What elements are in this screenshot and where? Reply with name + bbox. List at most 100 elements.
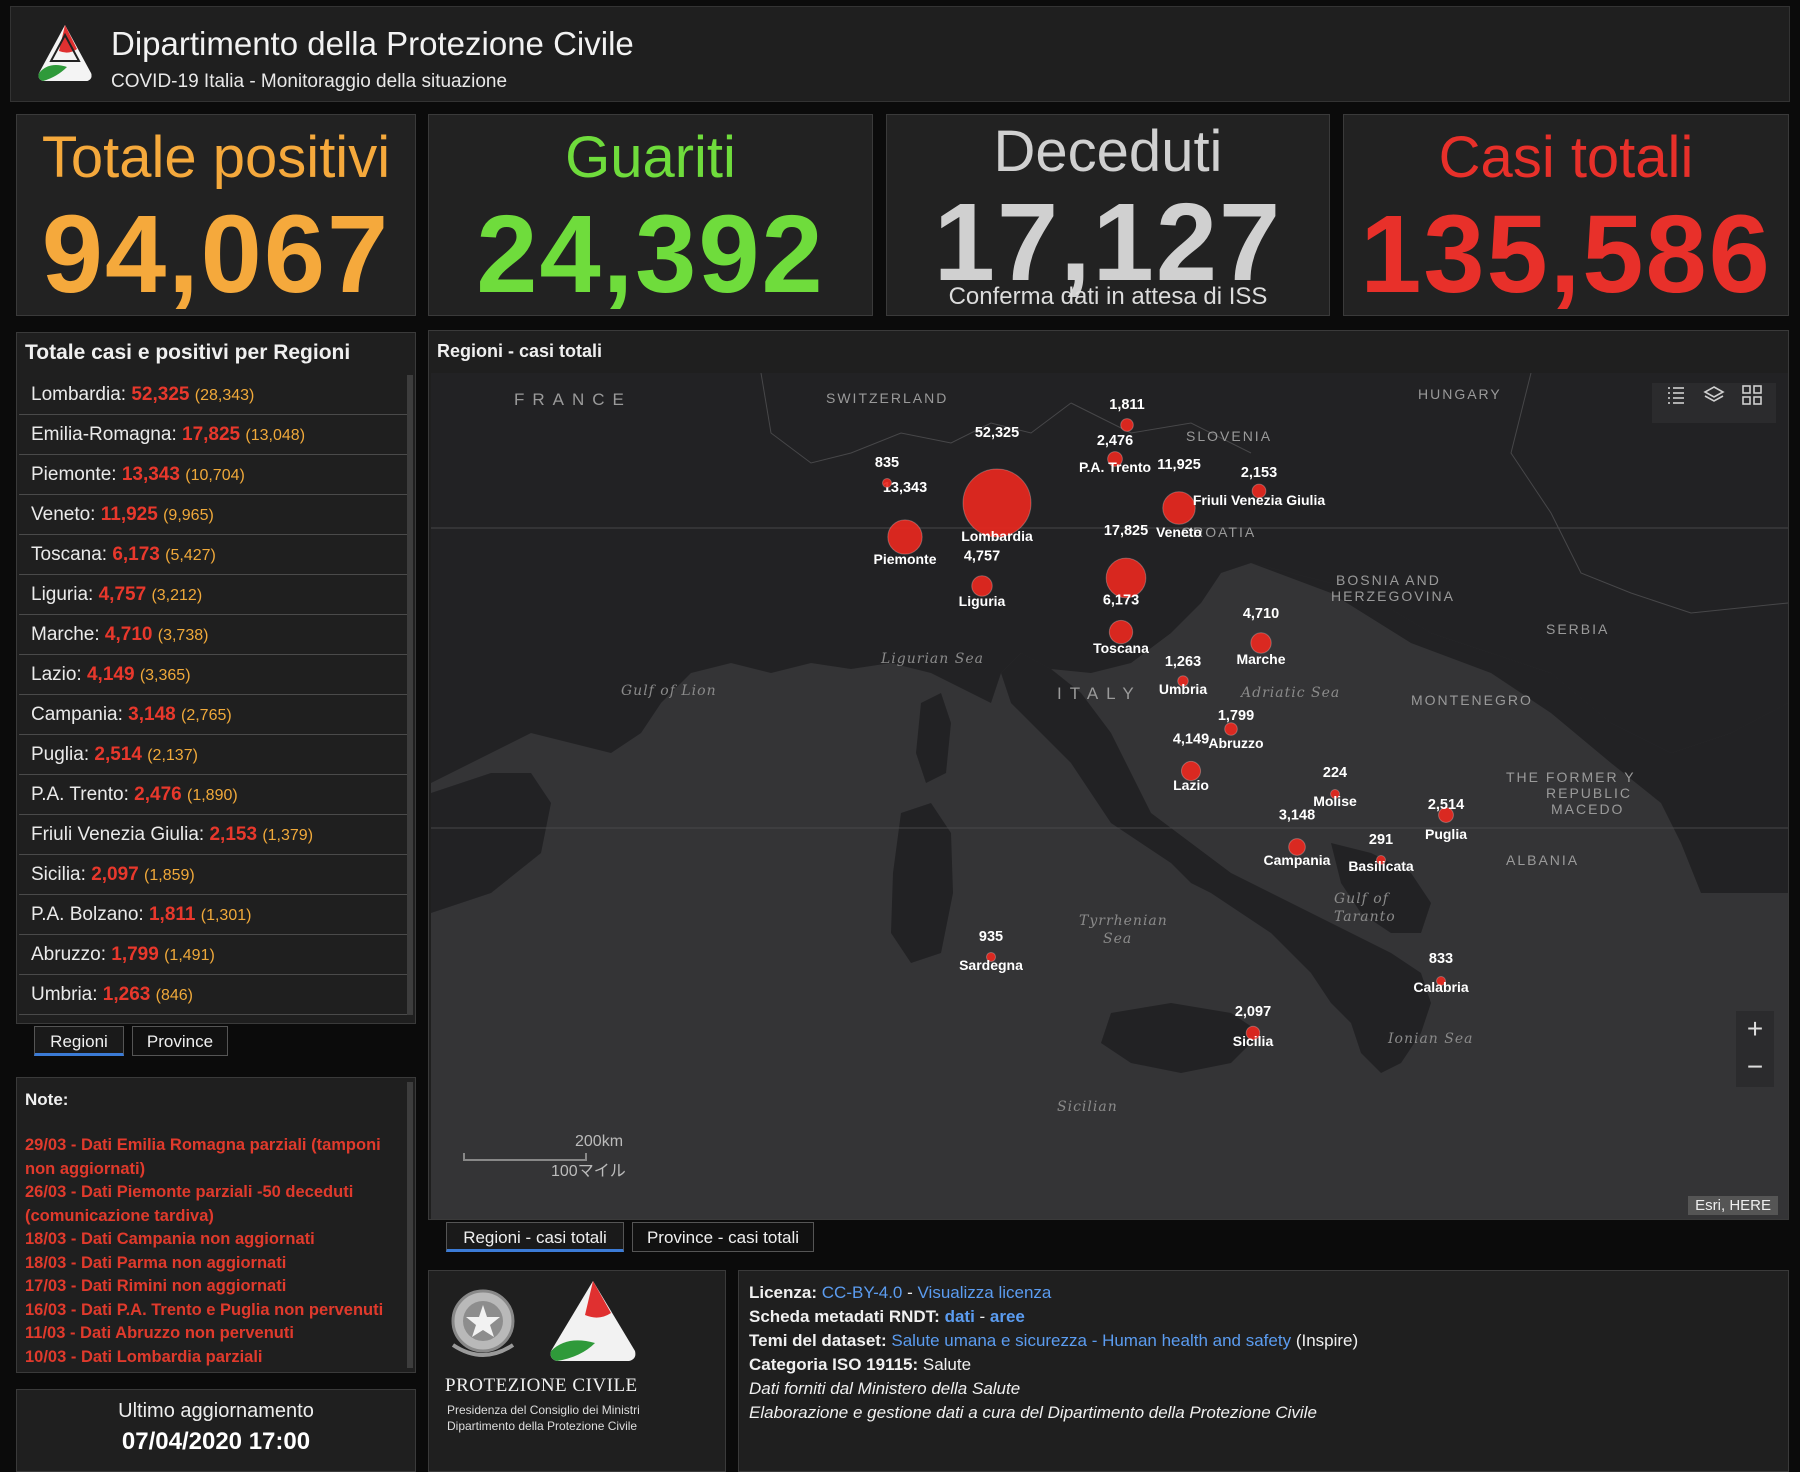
licenza-link[interactable]: CC-BY-4.0 (822, 1283, 903, 1302)
notes-list: 29/03 - Dati Emilia Romagna parziali (ta… (25, 1134, 400, 1369)
case-point-value: 2,514 (1428, 797, 1464, 813)
footer-logo-title: PROTEZIONE CIVILE (445, 1375, 638, 1396)
region-total: 2,514 (94, 744, 142, 765)
region-positive-value: 10,704 (190, 467, 240, 484)
tab-province-casi-totali[interactable]: Province - casi totali (632, 1222, 814, 1252)
region-name: Lazio: (31, 664, 82, 685)
region-positive: (1,301) (200, 907, 252, 924)
tab-regioni[interactable]: Regioni (34, 1026, 124, 1056)
region-positive-value: 1,491 (169, 947, 210, 964)
basemap-gallery-icon[interactable] (1740, 383, 1764, 407)
layers-icon[interactable] (1702, 383, 1726, 407)
region-positive-value: 1,379 (267, 827, 308, 844)
iso-value: Salute (918, 1355, 972, 1374)
case-point-marker[interactable] (1120, 418, 1134, 432)
region-list-item[interactable]: Lombardia: 52,325 (28,343) (19, 375, 407, 415)
notes-panel: Note: 29/03 - Dati Emilia Romagna parzia… (16, 1077, 416, 1373)
map-canvas[interactable]: FRANCE SWITZERLAND HUNGARY SLOVENIA CROA… (431, 373, 1788, 1219)
case-point-region-label: Basilicata (1348, 858, 1414, 874)
note-item: 26/03 - Dati Piemonte parziali -50 deced… (25, 1183, 354, 1225)
iso-line: Categoria ISO 19115: Salute (749, 1355, 971, 1375)
map-scale-bar: 200km 100マイル (463, 1133, 713, 1189)
region-list-item[interactable]: Campania: 3,148 (2,765) (19, 695, 407, 735)
region-list-item[interactable]: Lazio: 4,149 (3,365) (19, 655, 407, 695)
case-point-region-label: Calabria (1413, 979, 1468, 995)
map-attribution[interactable]: Esri, HERE (1688, 1196, 1778, 1215)
region-positive-value: 9,965 (168, 507, 209, 524)
region-positive-value: 2,765 (186, 707, 227, 724)
tab-regioni-casi-totali[interactable]: Regioni - casi totali (446, 1222, 624, 1252)
region-total: 2,476 (134, 784, 182, 805)
app-header: Dipartimento della Protezione Civile COV… (10, 6, 1790, 102)
region-positive-value: 846 (160, 987, 188, 1004)
licenza-sep: - (902, 1283, 918, 1302)
region-list-item[interactable]: Puglia: 2,514 (2,137) (19, 735, 407, 775)
note-item: 10/03 - Dati Lombardia parziali (25, 1347, 263, 1366)
region-name: Campania: (31, 704, 123, 725)
region-list[interactable]: Lombardia: 52,325 (28,343) Emilia-Romagna… (19, 375, 407, 1021)
scheda-aree-link[interactable]: aree (990, 1307, 1025, 1326)
zoom-in-button[interactable]: + (1736, 1011, 1774, 1049)
counter-label: Totale positivi (41, 125, 391, 190)
label-ionian-sea: Ionian Sea (1387, 1031, 1474, 1047)
label-hungary: HUNGARY (1418, 386, 1502, 402)
case-point-marker[interactable] (1224, 722, 1238, 736)
region-list-item[interactable]: P.A. Trento: 2,476 (1,890) (19, 775, 407, 815)
region-list-item[interactable]: Veneto: 11,925 (9,965) (19, 495, 407, 535)
case-point-marker[interactable] (887, 519, 923, 555)
region-name: Emilia-Romagna: (31, 424, 177, 445)
region-positive-value: 1,301 (206, 907, 247, 924)
region-total: 1,811 (148, 904, 196, 925)
republic-emblem-icon (451, 1289, 515, 1357)
case-point-value: 291 (1369, 832, 1393, 848)
case-point-marker[interactable] (882, 478, 892, 488)
case-point-region-label: Lazio (1173, 777, 1209, 793)
case-point-marker[interactable] (1162, 491, 1196, 525)
region-list-item[interactable]: Liguria: 4,757 (3,212) (19, 575, 407, 615)
case-point-marker[interactable] (962, 468, 1032, 538)
scheda-dati-link[interactable]: dati (945, 1307, 975, 1326)
region-list-item[interactable]: P.A. Bolzano: 1,811 (1,301) (19, 895, 407, 935)
counter-deceduti: Deceduti 17,127 Conferma dati in attesa … (886, 114, 1330, 316)
case-point-value: 4,149 (1173, 731, 1209, 747)
note-item: 18/03 - Dati Campania non aggiornati (25, 1230, 315, 1248)
protezione-civile-logo (38, 25, 92, 81)
notes-title: Note: (25, 1090, 69, 1109)
region-positive-value: 3,738 (163, 627, 204, 644)
region-total: 1,263 (102, 984, 151, 1005)
region-total: 13,343 (121, 464, 180, 485)
region-positive-value: 2,137 (152, 747, 193, 764)
region-name: Friuli Venezia Giulia: (31, 824, 205, 845)
label-tyrrhenian: Tyrrhenian (1079, 913, 1168, 929)
region-positive: (1,379) (262, 827, 314, 844)
tab-province[interactable]: Province (132, 1026, 228, 1056)
map-panel: Regioni - casi totali FRANCE SWITZERLAND… (428, 330, 1789, 1220)
land (431, 373, 1788, 1073)
dati-forniti-text: Dati forniti dal Ministero della Salute (749, 1379, 1021, 1398)
region-total: 4,149 (86, 664, 135, 685)
visualizza-licenza-link[interactable]: Visualizza licenza (918, 1283, 1052, 1302)
region-list-item[interactable]: Toscana: 6,173 (5,427) (19, 535, 407, 575)
region-list-item[interactable]: Umbria: 1,263 (846) (19, 975, 407, 1015)
counter-totale-positivi: Totale positivi 94,067 (16, 114, 416, 316)
case-point-value: 935 (979, 929, 1003, 945)
label-macedonia-1: THE FORMER Y (1506, 769, 1636, 785)
region-name: Sicilia: (31, 864, 86, 885)
region-total: 52,325 (131, 384, 190, 405)
map-view[interactable]: FRANCE SWITZERLAND HUNGARY SLOVENIA CROA… (431, 373, 1788, 1219)
region-list-item[interactable]: Piemonte: 13,343 (10,704) (19, 455, 407, 495)
label-taranto: Taranto (1334, 909, 1396, 925)
region-list-item[interactable]: Marche: 4,710 (3,738) (19, 615, 407, 655)
zoom-out-button[interactable]: − (1736, 1049, 1774, 1087)
temi-link[interactable]: Salute umana e sicurezza - Human health … (891, 1331, 1291, 1350)
legend-list-icon[interactable] (1664, 383, 1688, 407)
region-list-item[interactable]: Emilia-Romagna: 17,825 (13,048) (19, 415, 407, 455)
region-list-scrollbar[interactable] (407, 375, 413, 1015)
region-positive: (9,965) (163, 507, 214, 524)
region-name: Lombardia: (31, 384, 127, 405)
region-list-item[interactable]: Abruzzo: 1,799 (1,491) (19, 935, 407, 975)
region-list-item[interactable]: Friuli Venezia Giulia: 2,153 (1,379) (19, 815, 407, 855)
notes-scrollbar[interactable] (407, 1082, 413, 1368)
note-item: 29/03 - Dati Emilia Romagna parziali (ta… (25, 1136, 381, 1178)
region-list-item[interactable]: Sicilia: 2,097 (1,859) (19, 855, 407, 895)
